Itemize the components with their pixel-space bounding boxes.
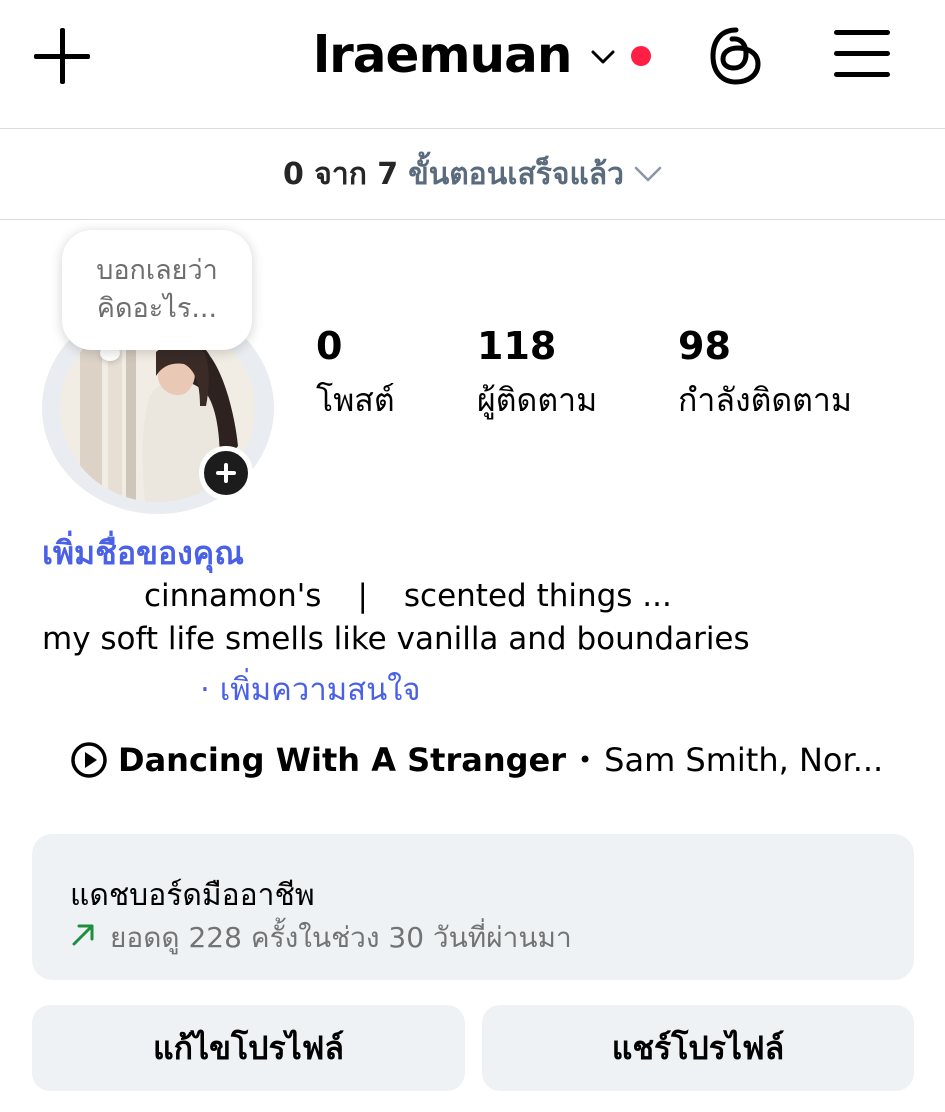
steps-label: ขั้นตอนเสร็จแล้ว bbox=[408, 156, 625, 192]
notification-dot bbox=[631, 46, 652, 66]
chevron-down-icon[interactable] bbox=[589, 43, 617, 71]
add-name-link[interactable]: เพิ่มชื่อของคุณ bbox=[42, 528, 244, 579]
note-placeholder-line2: คิดอะไร... bbox=[96, 293, 218, 324]
create-plus-icon[interactable] bbox=[34, 28, 92, 86]
song-artist: Sam Smith, Nor... bbox=[604, 741, 884, 779]
threads-icon[interactable] bbox=[708, 26, 764, 86]
onboarding-steps-bar[interactable]: 0 จาก 7 ขั้นตอนเสร็จแล้ว bbox=[0, 129, 945, 219]
stat-value: 98 bbox=[678, 324, 731, 368]
steps-count: 0 จาก 7 bbox=[282, 156, 399, 192]
edit-profile-button[interactable]: แก้ไขโปรไฟล์ bbox=[32, 1005, 465, 1091]
bio-left: cinnamon's bbox=[144, 578, 322, 614]
play-circle-icon bbox=[71, 742, 107, 778]
stat-followers[interactable]: 118 ผู้ติดตาม bbox=[477, 322, 597, 430]
stat-posts[interactable]: 0 โพสต์ bbox=[316, 322, 395, 430]
hamburger-menu-icon[interactable] bbox=[834, 30, 890, 80]
username[interactable]: lraemuan bbox=[313, 26, 572, 84]
note-placeholder-line1: บอกเลยว่า bbox=[96, 255, 218, 286]
chevron-down-icon[interactable] bbox=[634, 164, 662, 184]
bio-line-2: my soft life smells like vanilla and bou… bbox=[42, 621, 750, 657]
stat-label: โพสต์ bbox=[316, 381, 395, 419]
account-switcher[interactable]: lraemuan bbox=[313, 22, 652, 88]
bio-line-1: cinnamon's | scented things ... bbox=[144, 578, 672, 614]
add-interest-link[interactable]: · เพิ่มความสนใจ bbox=[200, 664, 421, 714]
music-separator: • bbox=[577, 746, 593, 774]
stat-label: กำลังติดตาม bbox=[678, 381, 852, 419]
professional-dashboard-card[interactable]: แดชบอร์ดมืออาชีพ ยอดดู 228 ครั้งในช่วง 3… bbox=[32, 834, 914, 980]
stat-following[interactable]: 98 กำลังติดตาม bbox=[678, 322, 852, 430]
steps-divider bbox=[0, 219, 945, 220]
stat-value: 0 bbox=[316, 324, 343, 368]
trend-up-arrow-icon bbox=[72, 924, 94, 946]
stat-value: 118 bbox=[477, 324, 557, 368]
bio-separator: | bbox=[357, 578, 368, 614]
dashboard-views: ยอดดู 228 ครั้งในช่วง 30 วันที่ผ่านมา bbox=[110, 921, 572, 954]
profile-music[interactable]: Dancing With A Stranger • Sam Smith, Nor… bbox=[70, 738, 883, 782]
add-story-icon[interactable] bbox=[199, 446, 253, 500]
share-profile-button[interactable]: แชร์โปรไฟล์ bbox=[482, 1005, 914, 1091]
song-title: Dancing With A Stranger bbox=[118, 741, 566, 779]
stat-label: ผู้ติดตาม bbox=[477, 381, 598, 419]
profile-header: lraemuan bbox=[0, 0, 945, 128]
dashboard-title: แดชบอร์ดมืออาชีพ bbox=[70, 878, 315, 913]
bio-right: scented things ... bbox=[403, 578, 672, 614]
note-bubble[interactable]: บอกเลยว่า คิดอะไร... bbox=[62, 230, 252, 350]
